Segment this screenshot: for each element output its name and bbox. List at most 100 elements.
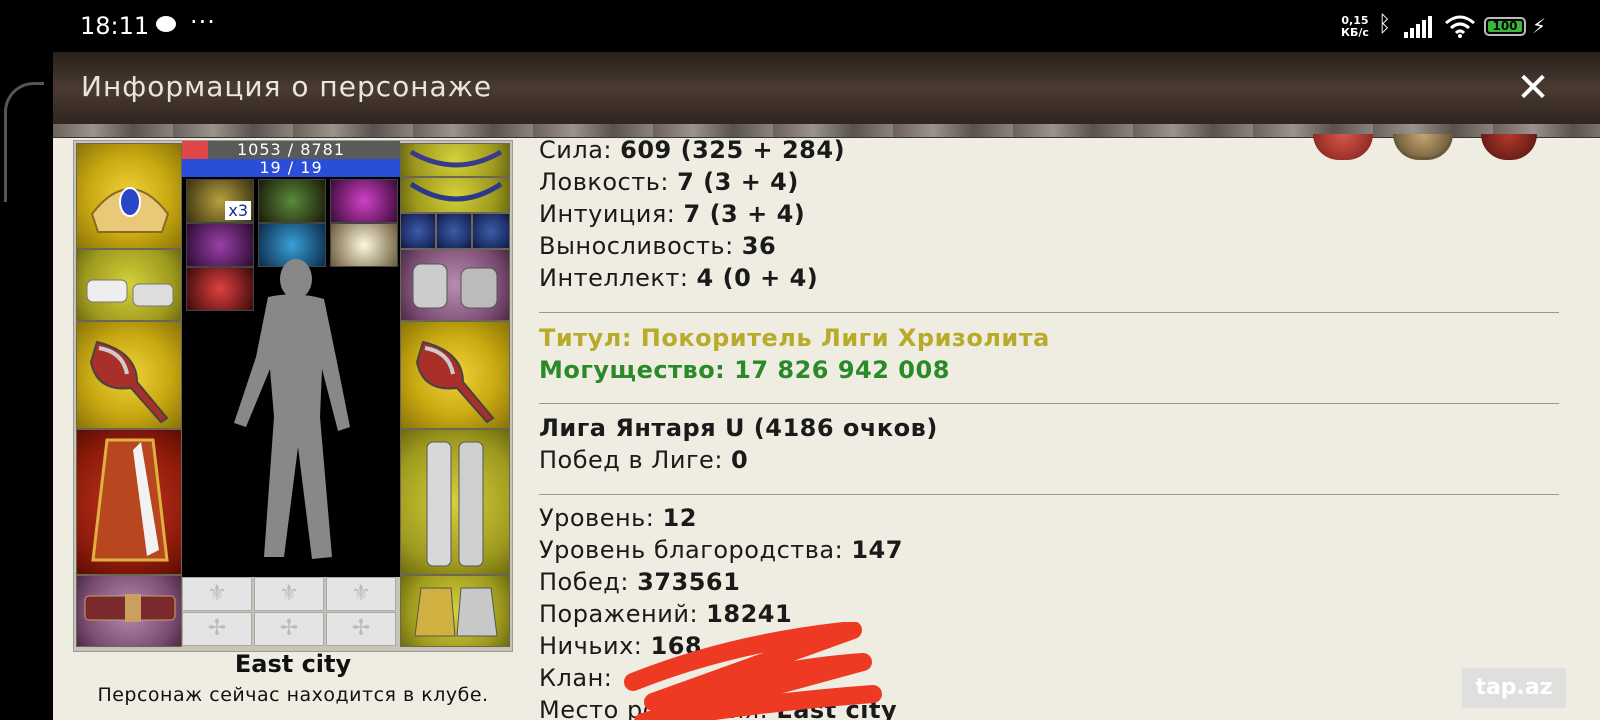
chain-icon <box>409 181 503 202</box>
bracers-slot[interactable] <box>76 249 182 321</box>
more-notifications-icon: ··· <box>190 8 216 36</box>
record-clan: Клан: <box>539 664 612 692</box>
league-wins-value: 0 <box>731 446 749 474</box>
charging-icon: ⚡ <box>1532 14 1547 38</box>
stat-intuition-value: 7 (3 + 4) <box>683 200 806 228</box>
record-level: Уровень: 12 <box>539 504 697 532</box>
axe-icon <box>415 340 495 424</box>
crown-icon <box>90 187 170 233</box>
potion-slot-1[interactable]: x3 <box>186 179 254 223</box>
wifi-icon <box>1445 15 1475 38</box>
rune-slot-3[interactable]: ⚜ <box>326 577 396 611</box>
window-title: Информация о персонаже <box>81 70 493 103</box>
rune-slot-1[interactable]: ⚜ <box>182 577 252 611</box>
helmet-slot[interactable] <box>76 143 182 249</box>
stat-endurance-label: Выносливость: <box>539 232 734 260</box>
divider <box>539 494 1559 495</box>
bluetooth-icon: ᛒ <box>1378 12 1392 37</box>
legs-slot[interactable] <box>400 429 510 575</box>
belt-slot[interactable] <box>76 575 182 647</box>
ring-slot-1[interactable] <box>400 213 436 249</box>
character-location: Персонаж сейчас находится в клубе. <box>97 684 489 706</box>
mana-bar: 19 / 19 <box>182 159 400 177</box>
record-level-value: 12 <box>662 504 697 532</box>
stat-strength: Сила: 609 (325 + 284) <box>539 136 845 164</box>
amulet-slot[interactable] <box>400 143 510 177</box>
award-badge-red[interactable] <box>1313 134 1373 160</box>
axe-icon <box>89 340 169 424</box>
gauntlets-icon <box>412 263 498 309</box>
character-info-window: Информация о персонаже ✕ 1053 / 8781 19 … <box>53 52 1600 720</box>
stat-strength-label: Сила: <box>539 136 612 164</box>
boots-icon <box>414 587 498 637</box>
health-text: 1053 / 8781 <box>237 140 345 159</box>
left-edge <box>0 52 53 720</box>
divider <box>539 403 1559 404</box>
close-button[interactable]: ✕ <box>1513 66 1553 110</box>
record-victories-label: Побед: <box>539 568 629 596</box>
stat-intellect-value: 4 (0 + 4) <box>696 264 819 292</box>
watermark: tap.az <box>1462 668 1566 708</box>
window-titlebar: Информация о персонаже ✕ <box>53 52 1600 132</box>
rune-slot-6[interactable]: ✢ <box>326 612 396 646</box>
divider <box>539 312 1559 313</box>
network-speed: 0,15 КБ/с <box>1341 15 1369 39</box>
leg-armor-icon <box>426 441 484 567</box>
mana-text: 19 / 19 <box>259 158 323 177</box>
rune-slot-4[interactable]: ✢ <box>182 612 252 646</box>
stat-agility-label: Ловкость: <box>539 168 669 196</box>
record-level-label: Уровень: <box>539 504 655 532</box>
record-nobility: Уровень благородства: 147 <box>539 536 903 564</box>
character-figure-area: x3 <box>182 177 400 577</box>
record-clan-label: Клан: <box>539 664 613 692</box>
battery-icon: 100 <box>1484 17 1526 36</box>
necklace-slot[interactable] <box>400 177 510 213</box>
network-speed-unit: КБ/с <box>1341 26 1369 39</box>
health-bar: 1053 / 8781 <box>182 141 400 159</box>
record-victories: Побед: 373561 <box>539 568 740 596</box>
award-badge-gold[interactable] <box>1393 134 1453 160</box>
ring-slot-3[interactable] <box>472 213 510 249</box>
potion-count: x3 <box>225 201 251 220</box>
armor-slot[interactable] <box>76 429 182 575</box>
equipment-panel: 1053 / 8781 19 / 19 x3 ⚜ ⚜ ⚜ ✢ ✢ ✢ <box>73 140 513 652</box>
award-badge-dark[interactable] <box>1481 134 1537 160</box>
character-silhouette <box>234 259 350 559</box>
ring-slot-2[interactable] <box>436 213 472 249</box>
battery-level: 100 <box>1488 20 1522 32</box>
character-power: Могущество: 17 826 942 008 <box>539 356 950 384</box>
status-bar: 18:11 ··· 0,15 КБ/с ᛒ 100 ⚡ <box>0 0 1600 52</box>
signal-icon <box>1404 16 1432 38</box>
stat-endurance-value: 36 <box>741 232 777 260</box>
bracers-icon <box>86 279 174 307</box>
stat-agility: Ловкость: 7 (3 + 4) <box>539 168 799 196</box>
stat-intuition: Интуиция: 7 (3 + 4) <box>539 200 805 228</box>
chat-notification-icon <box>156 16 176 32</box>
league-name[interactable]: Лига Янтаря U (4186 очков) <box>539 414 938 442</box>
character-title: Титул: Покоритель Лиги Хризолита <box>539 324 1050 352</box>
record-nobility-value: 147 <box>851 536 903 564</box>
health-bar-fill <box>182 141 209 159</box>
record-victories-value: 373561 <box>637 568 741 596</box>
weapon-left-slot[interactable] <box>76 321 182 429</box>
necklace-icon <box>409 149 503 168</box>
stat-intuition-label: Интуиция: <box>539 200 676 228</box>
redaction-scribble <box>624 622 882 720</box>
potion-slot-2[interactable] <box>258 179 326 223</box>
stat-strength-value: 609 (325 + 284) <box>620 136 846 164</box>
stat-agility-value: 7 (3 + 4) <box>677 168 799 196</box>
weapon-right-slot[interactable] <box>400 321 510 429</box>
boots-slot[interactable] <box>400 575 510 647</box>
league-wins: Побед в Лиге: 0 <box>539 446 748 474</box>
rune-slot-5[interactable]: ✢ <box>254 612 324 646</box>
gloves-slot[interactable] <box>400 249 510 321</box>
status-time: 18:11 <box>80 12 150 40</box>
league-wins-label: Побед в Лиге: <box>539 446 723 474</box>
rune-slot-2[interactable]: ⚜ <box>254 577 324 611</box>
robe-icon <box>91 438 169 562</box>
stat-endurance: Выносливость: 36 <box>539 232 776 260</box>
potion-slot-3[interactable] <box>330 179 398 223</box>
stat-intellect: Интеллект: 4 (0 + 4) <box>539 264 818 292</box>
stat-intellect-label: Интеллект: <box>539 264 689 292</box>
edge-decoration <box>4 82 44 202</box>
